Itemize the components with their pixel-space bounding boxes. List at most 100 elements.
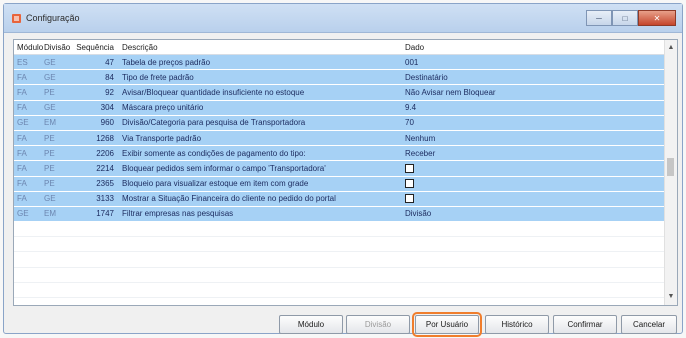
por-usuario-button[interactable]: Por Usuário bbox=[412, 312, 482, 337]
cell-modulo: FA bbox=[17, 163, 27, 173]
cell-dado: Nenhum bbox=[405, 133, 436, 143]
cell-dado: Destinatário bbox=[405, 72, 448, 82]
cell-modulo: GE bbox=[17, 209, 29, 219]
table-row[interactable]: GE EM 960 Divisão/Categoria para pesquisa d… bbox=[14, 115, 677, 131]
cell-sequencia: 304 bbox=[100, 103, 114, 113]
cell-dado bbox=[403, 164, 677, 174]
cell-sequencia: 2206 bbox=[96, 148, 114, 158]
cell-modulo: FA bbox=[17, 148, 27, 158]
table-row[interactable]: FA PE 1268 Via Transporte padrão Nenhum bbox=[14, 130, 677, 147]
cell-dado: Receber bbox=[405, 148, 436, 158]
config-grid: Módulo Divisão Sequência Descrição Dado … bbox=[13, 39, 678, 306]
table-row[interactable]: ES GE 47 Tabela de preços padrão 001 bbox=[14, 55, 677, 71]
maximize-button[interactable]: □ bbox=[612, 10, 638, 26]
grid-body: ES GE 47 Tabela de preços padrão 001 FA GE 84 Ti… bbox=[14, 55, 677, 305]
cell-sequencia: 1268 bbox=[96, 133, 114, 143]
cell-sequencia: 3133 bbox=[96, 194, 114, 204]
window-controls: ─ □ ✕ bbox=[586, 10, 676, 26]
cell-divisao: PE bbox=[44, 163, 55, 173]
cell-divisao: EM bbox=[44, 209, 56, 219]
cell-dado: Divisão bbox=[405, 209, 432, 219]
cell-dado bbox=[403, 194, 677, 204]
empty-row bbox=[14, 237, 677, 253]
cell-divisao: PE bbox=[44, 87, 55, 97]
app-icon bbox=[12, 13, 21, 23]
cell-divisao: PE bbox=[44, 133, 55, 143]
cell-dado bbox=[403, 179, 677, 189]
cell-dado: Não Avisar nem Bloquear bbox=[405, 87, 496, 97]
table-row[interactable]: FA PE 2365 Bloqueio para visualizar estoque… bbox=[14, 176, 677, 192]
cell-modulo: GE bbox=[17, 118, 29, 128]
cancelar-button[interactable]: Cancelar bbox=[621, 315, 677, 334]
column-header-modulo[interactable]: Módulo bbox=[14, 43, 43, 52]
checkbox-icon[interactable] bbox=[405, 164, 414, 174]
cell-descricao: Bloqueio para visualizar estoque em item… bbox=[122, 179, 309, 189]
table-row[interactable]: FA PE 2214 Bloquear pedidos sem informar o … bbox=[14, 161, 677, 177]
cell-modulo: FA bbox=[17, 194, 27, 204]
cell-descricao: Mostrar a Situação Financeira do cliente… bbox=[122, 194, 336, 204]
cell-sequencia: 2214 bbox=[96, 163, 114, 173]
cell-dado: 9.4 bbox=[405, 103, 417, 113]
vertical-scrollbar[interactable]: ▲ ▼ bbox=[664, 40, 677, 305]
cell-sequencia: 2365 bbox=[96, 179, 114, 189]
scroll-thumb[interactable] bbox=[667, 158, 674, 176]
cell-descricao: Máscara preço unitário bbox=[122, 103, 204, 113]
table-row[interactable]: FA GE 304 Máscara preço unitário 9.4 bbox=[14, 100, 677, 116]
scroll-down-icon[interactable]: ▼ bbox=[665, 291, 677, 303]
empty-row bbox=[14, 267, 677, 283]
cell-dado: 70 bbox=[405, 118, 414, 128]
empty-row bbox=[14, 252, 677, 268]
historico-button[interactable]: Histórico bbox=[485, 315, 549, 334]
cell-descricao: Tabela de preços padrão bbox=[122, 57, 211, 67]
table-row[interactable]: FA PE 92 Avisar/Bloquear quantidade insufic… bbox=[14, 85, 677, 101]
cell-divisao: GE bbox=[44, 72, 56, 82]
empty-row bbox=[14, 222, 677, 238]
minimize-button[interactable]: ─ bbox=[586, 10, 612, 26]
cell-dado: 001 bbox=[405, 57, 419, 67]
cell-sequencia: 47 bbox=[105, 57, 114, 67]
checkbox-icon[interactable] bbox=[405, 179, 414, 189]
divisao-button[interactable]: Divisão bbox=[346, 315, 410, 334]
empty-row bbox=[14, 282, 677, 298]
window-title: Configuração bbox=[26, 13, 80, 23]
column-header-dado[interactable]: Dado bbox=[403, 43, 677, 52]
cell-descricao: Exibir somente as condições de pagamento… bbox=[122, 148, 306, 158]
scroll-up-icon[interactable]: ▲ bbox=[665, 42, 677, 54]
cell-sequencia: 1747 bbox=[96, 209, 114, 219]
cell-sequencia: 84 bbox=[105, 72, 114, 82]
checkbox-icon[interactable] bbox=[405, 194, 414, 204]
configuracao-window: Configuração ─ □ ✕ Módulo Divisão Sequên… bbox=[3, 3, 683, 337]
cell-divisao: GE bbox=[44, 57, 56, 67]
cell-modulo: FA bbox=[17, 103, 27, 113]
column-header-divisao[interactable]: Divisão bbox=[41, 43, 72, 52]
cell-descricao: Via Transporte padrão bbox=[122, 133, 202, 143]
close-button[interactable]: ✕ bbox=[638, 10, 676, 26]
cell-divisao: PE bbox=[44, 179, 55, 189]
cell-modulo: FA bbox=[17, 72, 27, 82]
column-header-sequencia[interactable]: Sequência bbox=[72, 43, 118, 52]
cell-divisao: PE bbox=[44, 148, 55, 158]
cell-descricao: Bloquear pedidos sem informar o campo 'T… bbox=[122, 163, 326, 173]
cell-modulo: FA bbox=[17, 133, 27, 143]
cell-sequencia: 960 bbox=[100, 118, 114, 128]
cell-descricao: Avisar/Bloquear quantidade insuficiente … bbox=[122, 87, 305, 97]
table-row[interactable]: FA GE 84 Tipo de frete padrão Destinatário bbox=[14, 70, 677, 86]
table-row[interactable]: FA GE 3133 Mostrar a Situação Financeira do… bbox=[14, 191, 677, 207]
cell-modulo: FA bbox=[17, 87, 27, 97]
confirmar-button[interactable]: Confirmar bbox=[553, 315, 617, 334]
table-row[interactable]: FA PE 2206 Exibir somente as condições de p… bbox=[14, 146, 677, 162]
cell-descricao: Divisão/Categoria para pesquisa de Trans… bbox=[122, 118, 306, 128]
title-bar: Configuração ─ □ ✕ bbox=[4, 4, 682, 33]
cell-sequencia: 92 bbox=[105, 87, 114, 97]
grid-header: Módulo Divisão Sequência Descrição Dado bbox=[14, 40, 677, 55]
modulo-button[interactable]: Módulo bbox=[279, 315, 343, 334]
table-row[interactable]: GE EM 1747 Filtrar empresas nas pesquisas Di… bbox=[14, 206, 677, 223]
column-header-descricao[interactable]: Descrição bbox=[118, 43, 403, 52]
empty-row bbox=[14, 298, 677, 305]
cell-modulo: FA bbox=[17, 179, 27, 189]
cell-divisao: GE bbox=[44, 103, 56, 113]
cell-descricao: Tipo de frete padrão bbox=[122, 72, 194, 82]
cell-descricao: Filtrar empresas nas pesquisas bbox=[122, 209, 234, 219]
cell-divisao: EM bbox=[44, 118, 56, 128]
cell-divisao: GE bbox=[44, 194, 56, 204]
